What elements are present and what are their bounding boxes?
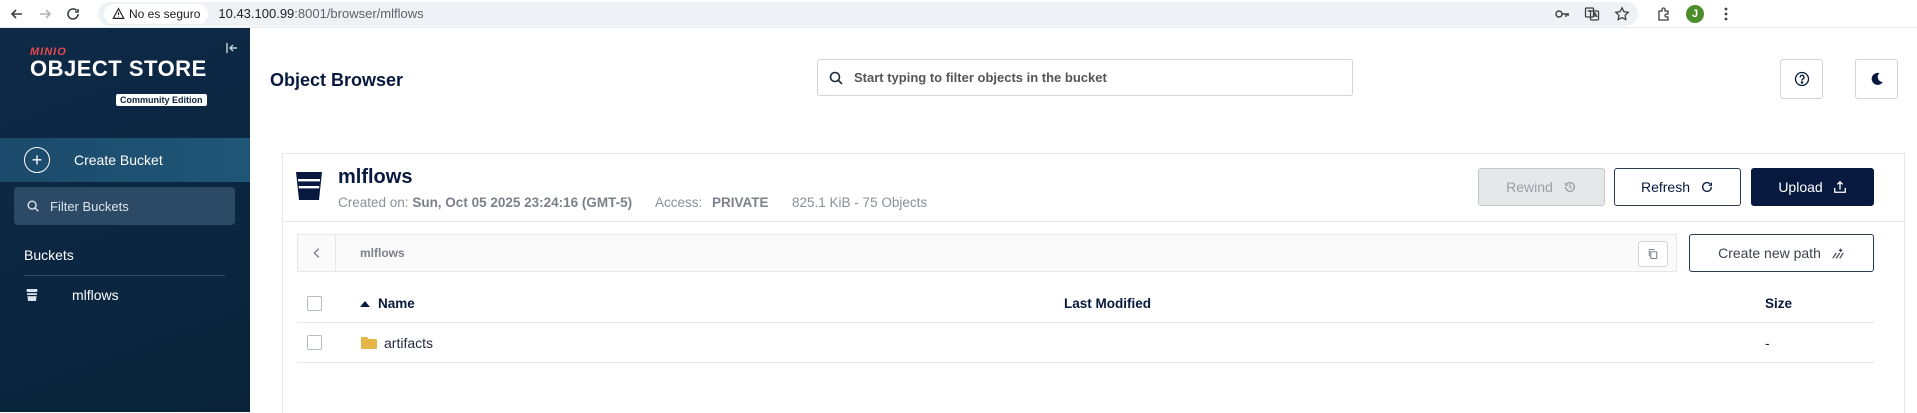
breadcrumb-path[interactable]: mlflows bbox=[360, 246, 405, 260]
object-name: artifacts bbox=[384, 334, 434, 351]
last-modified-column-header[interactable]: Last Modified bbox=[1064, 296, 1151, 311]
sidebar: MINIO OBJECT STORE Community Edition + C… bbox=[0, 28, 250, 412]
bucket-icon bbox=[296, 172, 322, 200]
translate-icon[interactable] bbox=[1584, 6, 1600, 22]
select-all-checkbox[interactable] bbox=[307, 296, 322, 311]
object-name-cell[interactable]: artifacts bbox=[360, 335, 433, 351]
object-size: - bbox=[1765, 334, 1770, 351]
upload-icon bbox=[1833, 180, 1846, 193]
chevron-left-icon bbox=[312, 248, 319, 258]
created-value: Sun, Oct 05 2025 23:24:16 (GMT-5) bbox=[412, 195, 633, 210]
password-key-icon[interactable] bbox=[1554, 6, 1570, 22]
sidebar-divider bbox=[24, 275, 225, 276]
object-search-input[interactable] bbox=[854, 70, 1334, 85]
folder-icon bbox=[361, 336, 377, 349]
name-column-header[interactable]: Name bbox=[360, 296, 415, 311]
logo-edition-badge: Community Edition bbox=[116, 94, 207, 106]
refresh-icon bbox=[1701, 181, 1713, 192]
logo-title: OBJECT STORE bbox=[30, 56, 207, 81]
back-arrow-icon[interactable] bbox=[6, 3, 28, 25]
panel-divider bbox=[283, 221, 1904, 222]
warning-icon bbox=[112, 7, 125, 19]
moon-icon bbox=[1871, 72, 1883, 85]
collapse-sidebar-icon[interactable] bbox=[224, 40, 240, 56]
help-icon bbox=[1794, 71, 1809, 87]
created-label: Created on: bbox=[338, 195, 409, 210]
url-host: 10.43.100.99 bbox=[218, 6, 295, 21]
bucket-icon bbox=[26, 289, 38, 301]
table-header: Name Last Modified Size bbox=[297, 285, 1874, 323]
forward-arrow-icon[interactable] bbox=[34, 3, 56, 25]
row-checkbox[interactable] bbox=[307, 335, 322, 350]
filter-buckets-input[interactable]: Filter Buckets bbox=[14, 187, 235, 225]
new-path-icon bbox=[1832, 248, 1844, 259]
address-bar[interactable]: No es seguro 10.43.100.99:8001/browser/m… bbox=[98, 1, 1638, 26]
history-icon bbox=[1564, 181, 1575, 192]
upload-button[interactable]: Upload bbox=[1751, 168, 1874, 206]
profile-avatar[interactable]: J bbox=[1686, 4, 1704, 23]
bookmark-star-icon[interactable] bbox=[1614, 5, 1630, 22]
rewind-button[interactable]: Rewind bbox=[1478, 168, 1605, 206]
security-label: No es seguro bbox=[129, 6, 201, 21]
create-new-path-button[interactable]: Create new path bbox=[1689, 234, 1874, 272]
bucket-name: mlflows bbox=[338, 166, 413, 188]
page-title: Object Browser bbox=[270, 70, 404, 90]
sort-ascending-icon bbox=[360, 300, 370, 307]
minio-logo: MINIO OBJECT STORE Community Edition bbox=[30, 46, 207, 106]
upload-label: Upload bbox=[1778, 179, 1823, 195]
search-icon bbox=[829, 71, 843, 85]
kebab-menu-icon[interactable] bbox=[1718, 6, 1734, 22]
copy-icon bbox=[1648, 248, 1658, 260]
rewind-label: Rewind bbox=[1506, 179, 1553, 195]
objects-table: Name Last Modified Size artifacts - bbox=[297, 285, 1874, 363]
security-chip[interactable]: No es seguro bbox=[104, 3, 209, 24]
bucket-meta: Created on: Sun, Oct 05 2025 23:24:16 (G… bbox=[338, 195, 927, 210]
bucket-usage: 825.1 KiB - 75 Objects bbox=[792, 195, 928, 210]
back-button[interactable] bbox=[298, 235, 336, 271]
name-column-label: Name bbox=[378, 296, 415, 311]
create-bucket-label: Create Bucket bbox=[74, 152, 163, 168]
extensions-icon[interactable] bbox=[1656, 6, 1672, 22]
create-path-label: Create new path bbox=[1718, 245, 1821, 261]
browser-toolbar: No es seguro 10.43.100.99:8001/browser/m… bbox=[0, 0, 1917, 28]
refresh-label: Refresh bbox=[1640, 179, 1691, 195]
size-column-header[interactable]: Size bbox=[1765, 296, 1792, 311]
object-search-box[interactable] bbox=[817, 59, 1353, 96]
refresh-button[interactable]: Refresh bbox=[1614, 168, 1741, 206]
copy-path-button[interactable] bbox=[1638, 241, 1668, 267]
sidebar-item-label: mlflows bbox=[72, 287, 119, 303]
sidebar-item-mlflows[interactable]: mlflows bbox=[24, 287, 119, 303]
url-path: :8001/browser/mlflows bbox=[294, 6, 424, 21]
bucket-panel: mlflows Created on: Sun, Oct 05 2025 23:… bbox=[282, 153, 1905, 413]
access-value: PRIVATE bbox=[711, 195, 769, 210]
create-bucket-button[interactable]: + Create Bucket bbox=[0, 138, 250, 182]
search-icon bbox=[27, 200, 39, 212]
help-button[interactable] bbox=[1780, 59, 1823, 99]
access-label: Access: bbox=[654, 195, 703, 210]
buckets-heading: Buckets bbox=[24, 247, 74, 263]
url-text: 10.43.100.99:8001/browser/mlflows bbox=[218, 6, 423, 21]
table-row[interactable]: artifacts - bbox=[297, 323, 1874, 363]
filter-buckets-placeholder: Filter Buckets bbox=[50, 198, 129, 214]
reload-icon[interactable] bbox=[62, 3, 84, 25]
breadcrumb: mlflows bbox=[297, 234, 1677, 272]
plus-circle-icon: + bbox=[24, 147, 50, 173]
dark-mode-button[interactable] bbox=[1855, 59, 1898, 99]
